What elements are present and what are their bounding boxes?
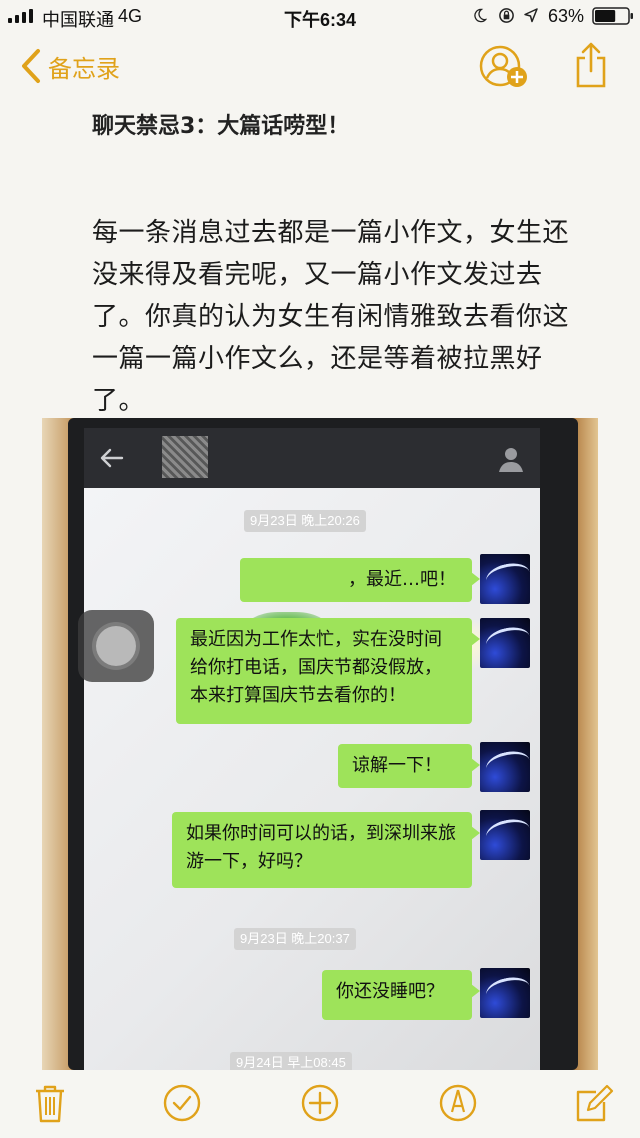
bottom-toolbar [0,1070,640,1138]
chat-bubble: 最近因为工作太忙，实在没时间给你打电话，国庆节都没假放，本来打算国庆节去看你的！ [176,618,480,724]
share-icon[interactable] [574,40,608,90]
chat-bubble: 如果你时间可以的话，到深圳来旅游一下，好吗？ [172,812,480,888]
chat-timestamp: 9月23日 晚上20:37 [234,928,356,950]
assistive-touch-button [78,610,154,682]
orientation-lock-icon [499,8,514,23]
chat-header [84,428,540,488]
network-type: 4G [118,6,143,26]
add-person-icon[interactable] [476,42,532,90]
note-title[interactable]: 聊天禁忌3：大篇话唠型！ [92,108,349,140]
chevron-left-icon [22,49,40,83]
blurred-contact-name [162,436,208,478]
location-icon [524,8,538,23]
battery-icon [592,7,633,25]
back-button[interactable]: 备忘录 [20,46,120,86]
trash-icon[interactable] [30,1082,70,1124]
sender-avatar [480,742,530,792]
sender-avatar [480,618,530,668]
add-icon[interactable] [300,1082,340,1124]
moon-icon [474,8,487,23]
chat-timestamp: 9月24日 早上08:45 [230,1052,352,1070]
status-time: 下午6:34 [284,10,357,30]
chat-timestamp: 9月23日 晚上20:26 [244,510,366,532]
compose-icon[interactable] [574,1082,614,1124]
battery-percent: 63% [548,6,585,26]
chat-message-text: ，最近…吧！ [348,569,456,590]
arrow-left-icon [100,448,124,468]
signal-icon [8,9,33,23]
note-body[interactable]: 每一条消息过去都是一篇小作文，女生还没来得及看完呢，又一篇小作文发过去了。你真的… [92,212,592,422]
chat-screenshot-photo[interactable]: 9月23日 晚上20:26 ，最近…吧！ 最近因为工作太忙，实在没时间给你打电话… [42,418,598,1070]
checklist-icon[interactable] [162,1082,202,1124]
chat-bubble: 你还没睡吧？ [322,970,480,1020]
chat-bubble: ，最近…吧！ [240,558,480,602]
navigation-bar: 备忘录 [0,36,640,96]
status-bar: 中国联通 4G 下午6:34 63% [0,0,640,32]
markup-icon[interactable] [438,1082,478,1124]
chat-bubble: 谅解一下！ [338,744,480,788]
sender-avatar [480,554,530,604]
carrier-name: 中国联通 [42,10,114,30]
sender-avatar [480,968,530,1018]
profile-icon [499,448,523,472]
back-label: 备忘录 [48,54,120,83]
sender-avatar [480,810,530,860]
chat-area: 9月23日 晚上20:26 ，最近…吧！ 最近因为工作太忙，实在没时间给你打电话… [84,488,540,1070]
